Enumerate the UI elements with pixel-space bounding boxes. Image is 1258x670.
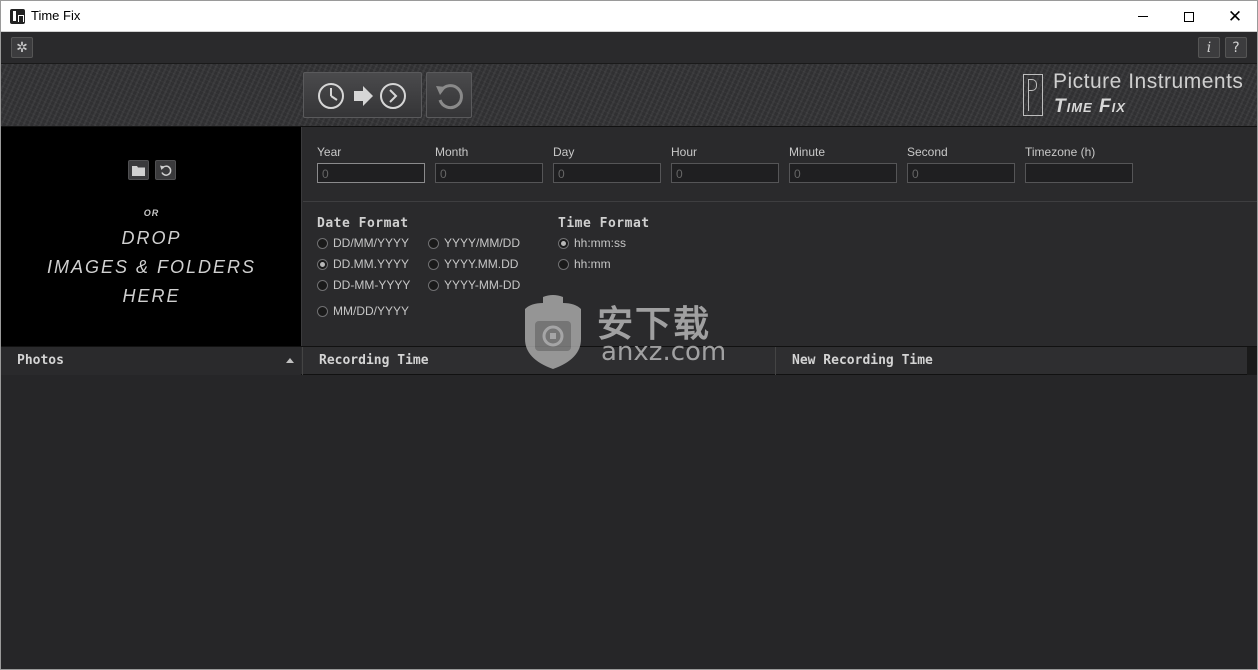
month-input[interactable]: 0	[435, 163, 543, 183]
radio-icon	[317, 279, 328, 291]
clock-arrow-clock-icon	[318, 83, 406, 109]
folder-icon	[132, 165, 145, 176]
field-second: Second 0	[907, 145, 1015, 183]
column-recording-time[interactable]: Recording Time	[302, 347, 775, 375]
undo-icon	[436, 84, 463, 110]
field-day: Day 0	[553, 145, 661, 183]
field-second-label: Second	[907, 145, 948, 159]
close-icon: ✕	[1227, 6, 1243, 26]
time-format-option[interactable]: hh:mm	[558, 256, 611, 272]
date-format-option-label: YYYY-MM-DD	[444, 278, 521, 292]
drop-or-label: OR	[143, 208, 160, 218]
time-format-title: Time Format	[558, 216, 650, 231]
date-format-option-label: YYYY.MM.DD	[444, 257, 519, 271]
gear-icon: ✲	[16, 39, 28, 56]
settings-button[interactable]: ✲	[11, 37, 33, 58]
drop-line-3: HERE	[122, 286, 181, 306]
radio-icon	[317, 305, 328, 317]
window-title: Time Fix	[31, 8, 81, 23]
field-hour-label: Hour	[671, 145, 698, 159]
reload-button[interactable]	[155, 160, 176, 180]
field-minute: Minute 0	[789, 145, 897, 183]
date-format-title: Date Format	[317, 216, 409, 231]
drop-line-1: DROP	[121, 228, 182, 248]
date-format-option[interactable]: MM/DD/YYYY	[317, 303, 409, 319]
brand-logo: Picture Instruments Time Fix	[1021, 70, 1243, 122]
minute-input[interactable]: 0	[789, 163, 897, 183]
day-input[interactable]: 0	[553, 163, 661, 183]
time-offset-fields: Year 0 Month 0 Day 0 Hour 0 Minute 0 Sec…	[303, 127, 1257, 202]
field-month-label: Month	[435, 145, 469, 159]
picture-instruments-logo-icon	[1023, 74, 1043, 116]
radio-selected-icon	[317, 258, 328, 270]
column-new-recording-time[interactable]: New Recording Time	[775, 347, 1247, 375]
apply-time-fix-button[interactable]	[303, 72, 422, 118]
app-window: Time Fix ✕ ✲ i ? Picture Instruments Tim…	[0, 0, 1258, 670]
second-input[interactable]: 0	[907, 163, 1015, 183]
date-format-option-label: MM/DD/YYYY	[333, 304, 410, 318]
date-format-option[interactable]: DD/MM/YYYY	[317, 235, 409, 251]
brand-name: Picture Instruments	[1053, 70, 1244, 93]
undo-button[interactable]	[426, 72, 472, 118]
field-month: Month 0	[435, 145, 543, 183]
toolbar: ✲ i ?	[1, 32, 1257, 64]
date-format-option-label: DD.MM.YYYY	[333, 257, 410, 271]
field-year-label: Year	[317, 145, 342, 159]
close-button[interactable]: ✕	[1212, 1, 1257, 32]
date-format-option[interactable]: DD.MM.YYYY	[317, 256, 409, 272]
drop-line-2: IMAGES & FOLDERS	[46, 257, 257, 277]
maximize-button[interactable]	[1166, 1, 1212, 32]
minimize-icon	[1138, 16, 1148, 17]
drop-zone[interactable]: OR DROP IMAGES & FOLDERS HERE	[1, 127, 302, 346]
help-icon: ?	[1232, 39, 1240, 56]
scrollbar[interactable]	[1247, 347, 1257, 375]
photos-table-header: Photos Recording Time New Recording Time	[1, 346, 1257, 375]
app-logo-icon	[10, 9, 25, 24]
photos-table-body[interactable]	[1, 375, 1257, 669]
date-format-option-label: DD/MM/YYYY	[333, 236, 410, 250]
field-timezone-label: Timezone (h)	[1025, 145, 1096, 159]
field-timezone: Timezone (h)	[1025, 145, 1133, 183]
radio-icon	[428, 258, 439, 270]
help-button[interactable]: ?	[1225, 37, 1247, 58]
hour-input[interactable]: 0	[671, 163, 779, 183]
field-day-label: Day	[553, 145, 575, 159]
sort-ascending-icon[interactable]	[286, 358, 294, 363]
column-photos[interactable]: Photos	[1, 347, 301, 375]
date-format-option[interactable]: YYYY/MM/DD	[428, 235, 520, 251]
field-minute-label: Minute	[789, 145, 826, 159]
field-hour: Hour 0	[671, 145, 779, 183]
format-options: Date Format DD/MM/YYYY YYYY/MM/DD DD.MM.…	[303, 203, 1257, 346]
time-format-option[interactable]: hh:mm:ss	[558, 235, 626, 251]
date-format-option-label: YYYY/MM/DD	[444, 236, 521, 250]
refresh-icon	[160, 165, 172, 176]
date-format-option-label: DD-MM-YYYY	[333, 278, 411, 292]
time-format-option-label: hh:mm:ss	[574, 236, 627, 250]
date-format-option[interactable]: YYYY.MM.DD	[428, 256, 518, 272]
radio-icon	[317, 237, 328, 249]
field-year: Year 0	[317, 145, 425, 183]
open-folder-button[interactable]	[128, 160, 149, 180]
product-name: Time Fix	[1054, 96, 1126, 117]
info-button[interactable]: i	[1198, 37, 1220, 58]
radio-selected-icon	[558, 237, 569, 249]
title-bar: Time Fix ✕	[1, 1, 1257, 32]
info-icon: i	[1206, 39, 1212, 56]
radio-icon	[428, 237, 439, 249]
time-format-option-label: hh:mm	[574, 257, 611, 271]
timezone-input[interactable]	[1025, 163, 1133, 183]
minimize-button[interactable]	[1120, 1, 1166, 32]
date-format-option[interactable]: DD-MM-YYYY	[317, 277, 410, 293]
year-input[interactable]: 0	[317, 163, 425, 183]
date-format-option[interactable]: YYYY-MM-DD	[428, 277, 520, 293]
radio-icon	[428, 279, 439, 291]
radio-icon	[558, 258, 569, 270]
maximize-icon	[1184, 11, 1194, 22]
header-banner: Picture Instruments Time Fix	[1, 64, 1257, 127]
